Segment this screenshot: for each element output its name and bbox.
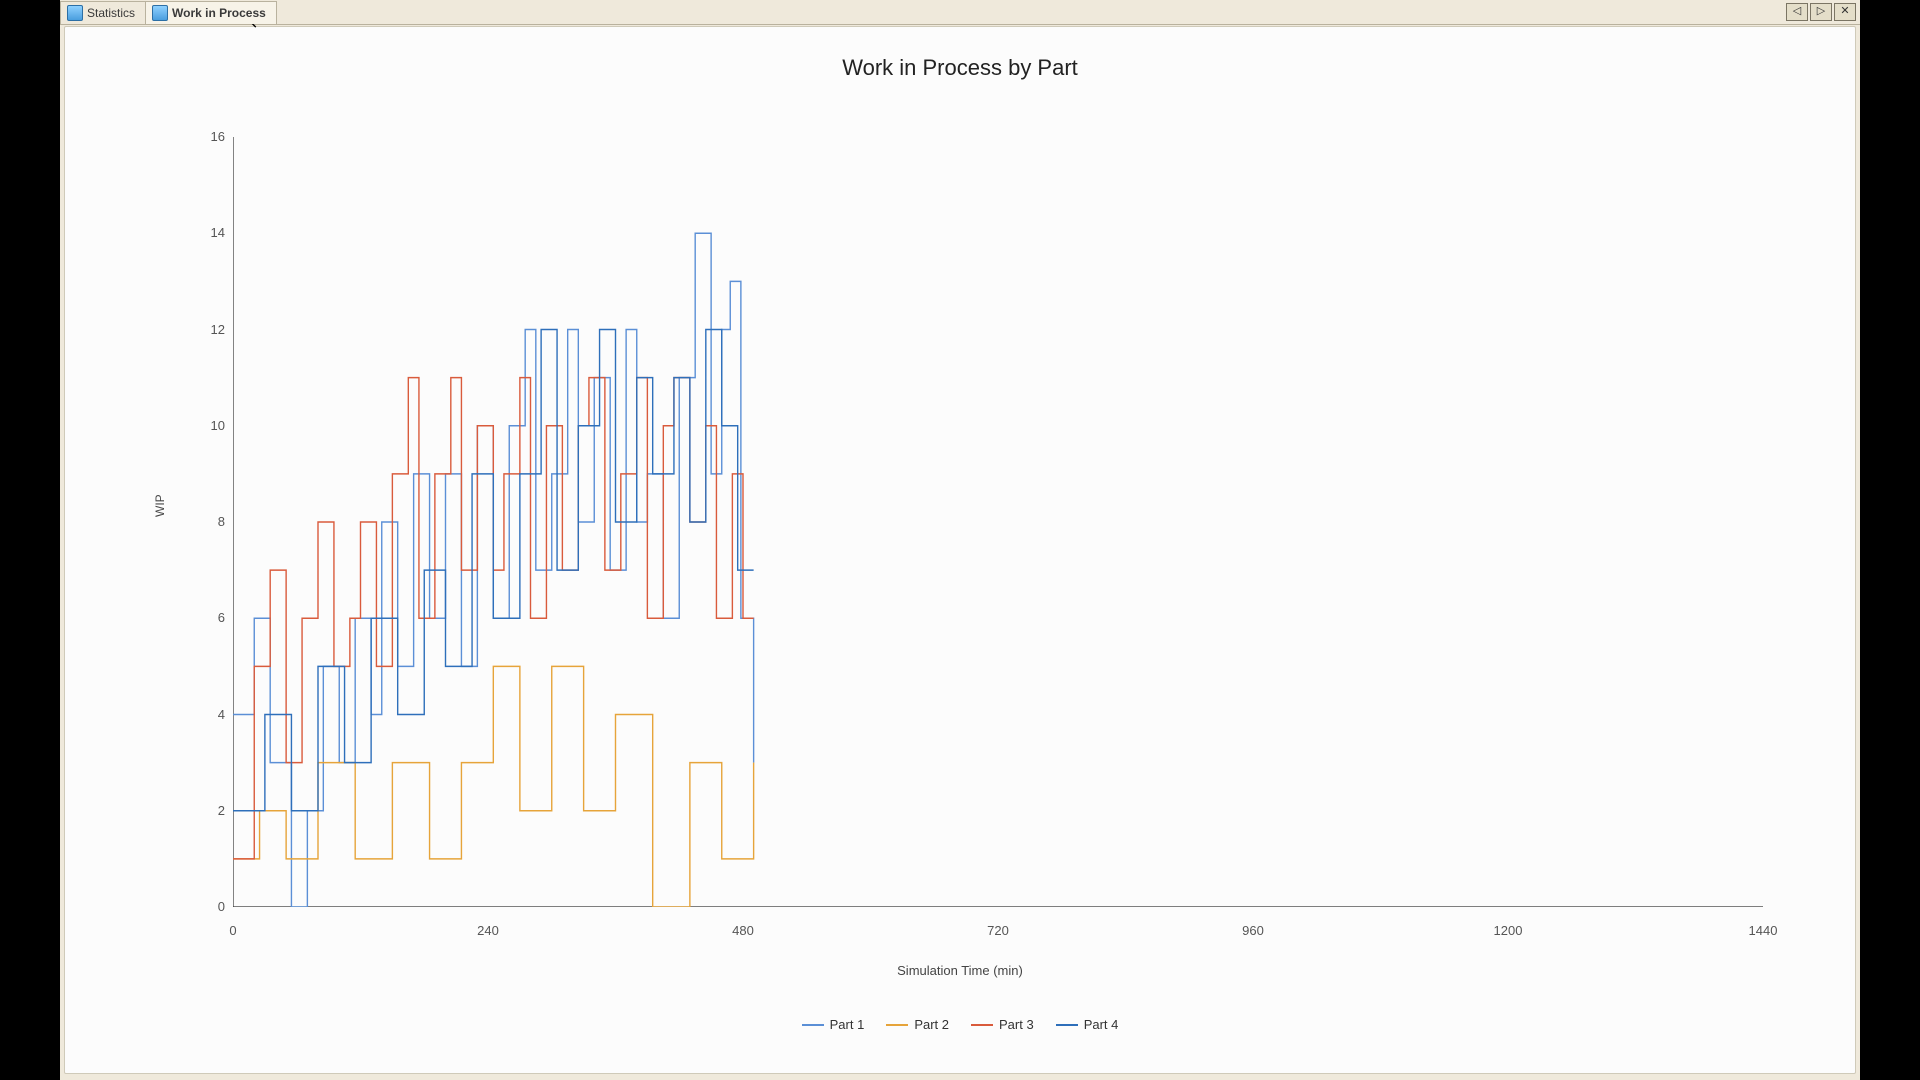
y-tick-label: 2 [195, 803, 225, 818]
chart-icon [152, 5, 168, 21]
y-tick-label: 8 [195, 514, 225, 529]
tab-statistics[interactable]: Statistics [60, 1, 146, 24]
x-tick-label: 960 [1223, 923, 1283, 938]
legend-swatch-icon [802, 1024, 824, 1026]
legend-item-part3: Part 3 [971, 1017, 1034, 1032]
legend-label: Part 1 [830, 1017, 865, 1032]
y-tick-label: 12 [195, 322, 225, 337]
next-window-button[interactable]: ▷ [1810, 3, 1832, 21]
chart-panel: Work in Process by Part WIP Simulation T… [64, 26, 1856, 1074]
y-tick-label: 4 [195, 707, 225, 722]
legend-item-part2: Part 2 [886, 1017, 949, 1032]
chart-svg [233, 137, 1763, 907]
x-tick-label: 240 [458, 923, 518, 938]
x-tick-label: 1440 [1733, 923, 1793, 938]
y-axis-label: WIP [153, 494, 167, 517]
y-tick-label: 16 [195, 129, 225, 144]
legend-item-part1: Part 1 [802, 1017, 865, 1032]
close-window-button[interactable]: ✕ [1834, 3, 1856, 21]
x-axis-label: Simulation Time (min) [65, 963, 1855, 978]
y-tick-label: 10 [195, 418, 225, 433]
chart-plot-area [233, 137, 1763, 907]
y-tick-label: 0 [195, 899, 225, 914]
legend-label: Part 2 [914, 1017, 949, 1032]
tab-work-in-process[interactable]: Work in Process [145, 1, 277, 24]
window-buttons: ◁ ▷ ✕ [1786, 3, 1856, 21]
legend-label: Part 4 [1084, 1017, 1119, 1032]
chart-title: Work in Process by Part [65, 55, 1855, 81]
legend-swatch-icon [886, 1024, 908, 1026]
y-tick-label: 6 [195, 610, 225, 625]
chart-icon [67, 5, 83, 21]
app-window: Statistics Work in Process ◁ ▷ ✕ Work in… [60, 0, 1860, 1080]
y-tick-label: 14 [195, 225, 225, 240]
tab-label: Work in Process [172, 6, 266, 20]
tab-bar: Statistics Work in Process ◁ ▷ ✕ [60, 0, 1860, 25]
tab-label: Statistics [87, 6, 135, 20]
legend-label: Part 3 [999, 1017, 1034, 1032]
chart-legend: Part 1 Part 2 Part 3 Part 4 [65, 1017, 1855, 1032]
prev-window-button[interactable]: ◁ [1786, 3, 1808, 21]
x-tick-label: 480 [713, 923, 773, 938]
x-tick-label: 720 [968, 923, 1028, 938]
x-tick-label: 1200 [1478, 923, 1538, 938]
legend-swatch-icon [1056, 1024, 1078, 1026]
legend-swatch-icon [971, 1024, 993, 1026]
x-tick-label: 0 [203, 923, 263, 938]
legend-item-part4: Part 4 [1056, 1017, 1119, 1032]
